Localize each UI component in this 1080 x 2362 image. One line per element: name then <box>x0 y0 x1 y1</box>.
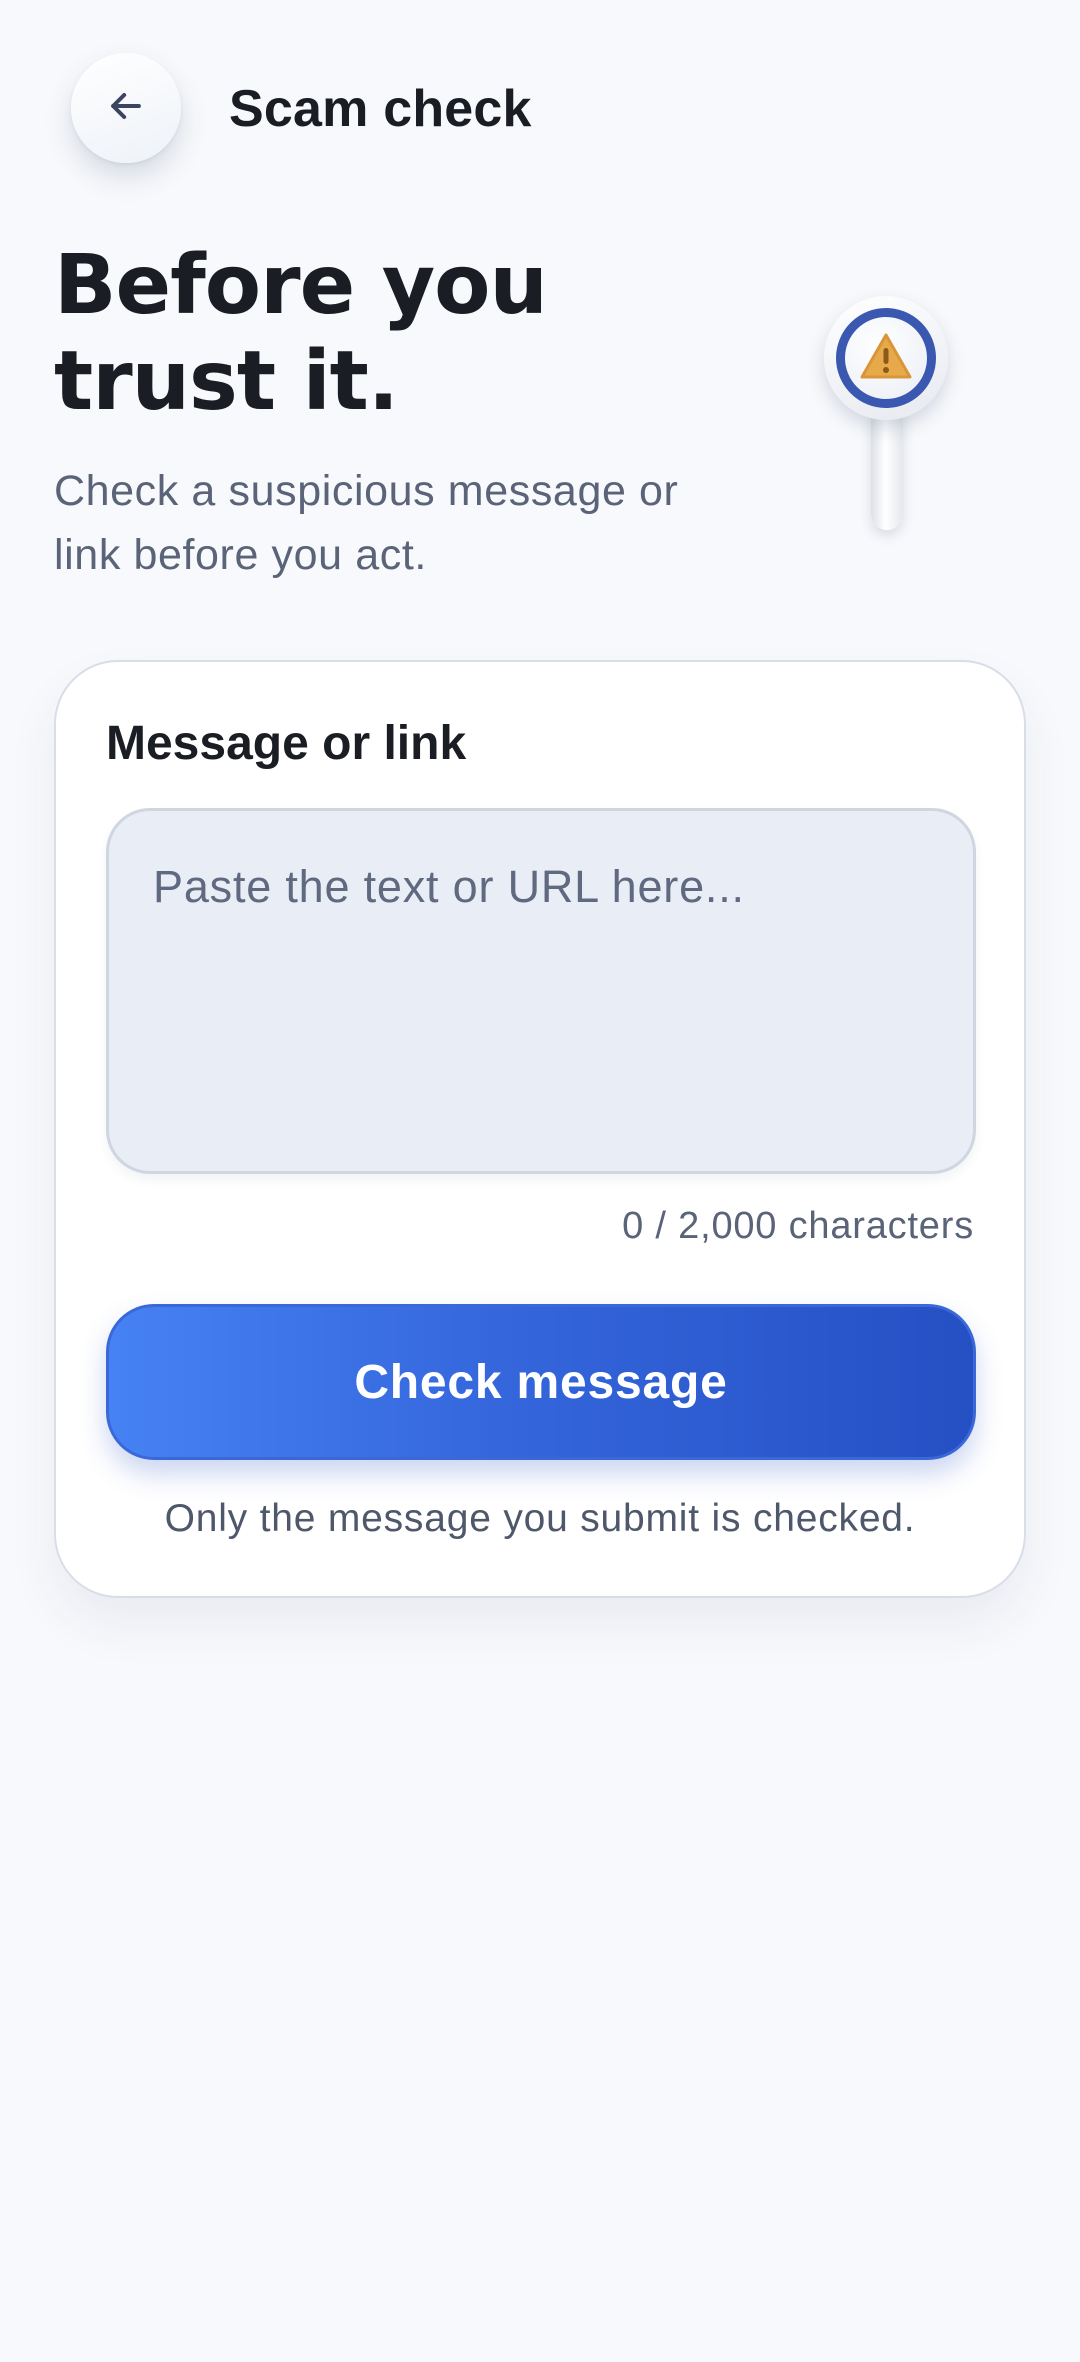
magnifier-handle <box>871 402 903 530</box>
back-button[interactable] <box>71 53 181 163</box>
hero-heading: Before you trust it. <box>54 238 754 430</box>
check-message-button[interactable]: Check message <box>106 1304 976 1460</box>
magnifier-ring <box>824 296 948 420</box>
hero-subtitle-line: link before you act. <box>54 531 427 579</box>
message-check-card: Message or link 0 / 2,000 characters Che… <box>54 660 1026 1598</box>
magnifier-warning-icon <box>818 292 958 542</box>
arrow-left-icon <box>104 84 148 133</box>
hero-heading-line: trust it. <box>54 334 399 429</box>
hero-heading-line: Before you <box>54 238 548 333</box>
message-field-label: Message or link <box>106 717 467 770</box>
magnifier-lens <box>836 308 936 408</box>
privacy-note: Only the message you submit is checked. <box>164 1497 916 1540</box>
warning-triangle-icon <box>859 331 913 386</box>
app-header: Scam check <box>0 0 1080 220</box>
message-input[interactable] <box>106 808 976 1174</box>
hero-subtitle-line: Check a suspicious message or <box>54 467 679 515</box>
character-count: 0 / 2,000 characters <box>622 1205 974 1247</box>
hero-subtitle: Check a suspicious message or link befor… <box>54 459 774 587</box>
page-title: Scam check <box>229 80 532 138</box>
